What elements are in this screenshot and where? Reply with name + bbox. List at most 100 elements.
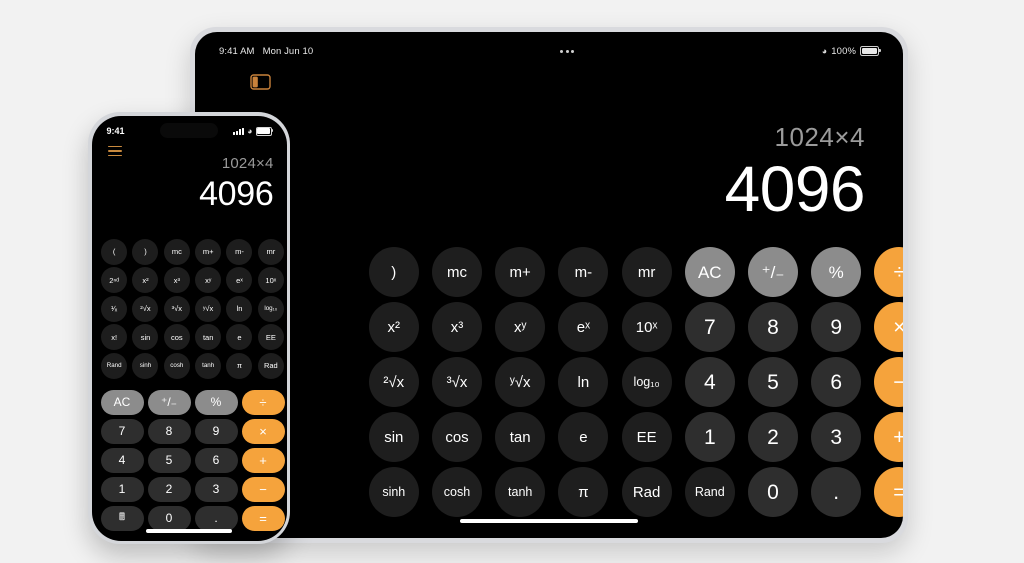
- ipad-key-x-power-y[interactable]: xʸ: [495, 302, 546, 352]
- iphone-key-radians-toggle[interactable]: Rad: [257, 352, 284, 379]
- iphone-key-sine[interactable]: sin: [132, 324, 159, 351]
- iphone-key-calculator-mode-icon[interactable]: 🖩: [100, 505, 144, 531]
- iphone-key-hyperbolic-sine[interactable]: sinh: [132, 352, 159, 379]
- iphone-key-exponent-entry[interactable]: EE: [257, 324, 284, 351]
- ellipsis-icon[interactable]: [560, 49, 575, 53]
- ipad-key-random[interactable]: Rand: [684, 467, 735, 517]
- ipad-key-equals[interactable]: =: [874, 467, 903, 517]
- ipad-key-cube-root[interactable]: ³√x: [431, 357, 482, 407]
- iphone-key-x-cubed[interactable]: x³: [163, 267, 190, 294]
- ipad-key-log-base-10[interactable]: log₁₀: [621, 357, 672, 407]
- iphone-key-x-squared[interactable]: x²: [132, 267, 159, 294]
- iphone-key-random[interactable]: Rand: [101, 352, 128, 379]
- iphone-key-hyperbolic-cosine[interactable]: cosh: [163, 352, 190, 379]
- iphone-key-natural-log[interactable]: ln: [226, 295, 253, 322]
- ipad-key-multiply[interactable]: ×: [874, 302, 903, 352]
- ipad-key-digit-6[interactable]: 6: [811, 357, 862, 407]
- ipad-multitasking-control[interactable]: [313, 49, 822, 53]
- ipad-key-e-power-x[interactable]: eˣ: [558, 302, 609, 352]
- ipad-key-x-cubed[interactable]: x³: [431, 302, 482, 352]
- ipad-key-digit-9[interactable]: 9: [811, 302, 862, 352]
- iphone-key-add[interactable]: +: [241, 447, 285, 473]
- ipad-key-digit-0[interactable]: 0: [747, 467, 798, 517]
- iphone-key-divide[interactable]: ÷: [241, 389, 285, 415]
- iphone-key-memory-recall[interactable]: mr: [257, 238, 284, 265]
- ipad-key-hyperbolic-tangent[interactable]: tanh: [495, 467, 546, 517]
- iphone-key-plus-minus[interactable]: ⁺/₋: [147, 389, 191, 415]
- home-indicator[interactable]: [460, 519, 638, 523]
- ipad-key-euler-number[interactable]: e: [558, 412, 609, 462]
- ipad-key-percent[interactable]: %: [811, 247, 862, 297]
- ipad-key-add[interactable]: +: [874, 412, 903, 462]
- iphone-key-multiply[interactable]: ×: [241, 418, 285, 444]
- ipad-key-exponent-entry[interactable]: EE: [621, 412, 672, 462]
- iphone-key-y-root[interactable]: ʸ√x: [195, 295, 222, 322]
- iphone-key-digit-7[interactable]: 7: [100, 418, 144, 444]
- ipad-key-divide[interactable]: ÷: [874, 247, 903, 297]
- iphone-key-cosine[interactable]: cos: [163, 324, 190, 351]
- iphone-key-digit-5[interactable]: 5: [147, 447, 191, 473]
- iphone-key-factorial[interactable]: x!: [101, 324, 128, 351]
- ipad-key-digit-1[interactable]: 1: [684, 412, 735, 462]
- iphone-key-all-clear[interactable]: AC: [100, 389, 144, 415]
- iphone-key-e-power-x[interactable]: eˣ: [226, 267, 253, 294]
- ipad-key-memory-clear[interactable]: mc: [431, 247, 482, 297]
- ipad-key-decimal-point[interactable]: .: [811, 467, 862, 517]
- iphone-key-second-function[interactable]: 2ⁿᵈ: [101, 267, 128, 294]
- iphone-key-memory-subtract[interactable]: m-: [226, 238, 253, 265]
- ipad-key-natural-log[interactable]: ln: [558, 357, 609, 407]
- iphone-key-digit-3[interactable]: 3: [194, 476, 238, 502]
- home-indicator[interactable]: [146, 529, 232, 533]
- iphone-key-cube-root[interactable]: ³√x: [163, 295, 190, 322]
- ipad-key-x-squared[interactable]: x²: [368, 302, 419, 352]
- ipad-key-memory-subtract[interactable]: m-: [558, 247, 609, 297]
- ipad-key-close-paren[interactable]: ): [368, 247, 419, 297]
- iphone-key-log-base-10[interactable]: log₁₀: [257, 295, 284, 322]
- iphone-key-square-root[interactable]: ²√x: [132, 295, 159, 322]
- iphone-key-euler-number[interactable]: e: [226, 324, 253, 351]
- ipad-key-digit-3[interactable]: 3: [811, 412, 862, 462]
- ipad-key-sine[interactable]: sin: [368, 412, 419, 462]
- iphone-key-decimal-point[interactable]: .: [194, 505, 238, 531]
- ipad-key-subtract[interactable]: −: [874, 357, 903, 407]
- iphone-key-digit-2[interactable]: 2: [147, 476, 191, 502]
- ipad-key-all-clear[interactable]: AC: [684, 247, 735, 297]
- iphone-key-memory-clear[interactable]: mc: [163, 238, 190, 265]
- ipad-key-ten-power-x[interactable]: 10ˣ: [621, 302, 672, 352]
- ipad-key-tangent[interactable]: tan: [495, 412, 546, 462]
- ipad-key-memory-recall[interactable]: mr: [621, 247, 672, 297]
- iphone-key-memory-add[interactable]: m+: [195, 238, 222, 265]
- iphone-key-pi[interactable]: π: [226, 352, 253, 379]
- ipad-key-hyperbolic-sine[interactable]: sinh: [368, 467, 419, 517]
- iphone-key-close-paren[interactable]: ): [132, 238, 159, 265]
- ipad-key-digit-5[interactable]: 5: [747, 357, 798, 407]
- ipad-key-hyperbolic-cosine[interactable]: cosh: [431, 467, 482, 517]
- iphone-key-equals[interactable]: =: [241, 505, 285, 531]
- iphone-key-x-power-y[interactable]: xʸ: [195, 267, 222, 294]
- ipad-key-plus-minus[interactable]: ⁺/₋: [747, 247, 798, 297]
- iphone-key-digit-0[interactable]: 0: [147, 505, 191, 531]
- ipad-key-digit-2[interactable]: 2: [747, 412, 798, 462]
- iphone-key-open-paren[interactable]: (: [101, 238, 128, 265]
- iphone-key-percent[interactable]: %: [194, 389, 238, 415]
- ipad-key-memory-add[interactable]: m+: [495, 247, 546, 297]
- ipad-key-radians-toggle[interactable]: Rad: [621, 467, 672, 517]
- iphone-key-digit-1[interactable]: 1: [100, 476, 144, 502]
- iphone-key-digit-9[interactable]: 9: [194, 418, 238, 444]
- iphone-key-digit-4[interactable]: 4: [100, 447, 144, 473]
- iphone-key-reciprocal[interactable]: ¹∕ₓ: [101, 295, 128, 322]
- iphone-key-hyperbolic-tangent[interactable]: tanh: [195, 352, 222, 379]
- ipad-key-cosine[interactable]: cos: [431, 412, 482, 462]
- ipad-key-digit-7[interactable]: 7: [684, 302, 735, 352]
- iphone-key-subtract[interactable]: −: [241, 476, 285, 502]
- ipad-key-digit-8[interactable]: 8: [747, 302, 798, 352]
- iphone-key-ten-power-x[interactable]: 10ˣ: [257, 267, 284, 294]
- iphone-key-digit-6[interactable]: 6: [194, 447, 238, 473]
- ipad-key-digit-4[interactable]: 4: [684, 357, 735, 407]
- hamburger-menu-icon[interactable]: [107, 145, 122, 157]
- iphone-key-digit-8[interactable]: 8: [147, 418, 191, 444]
- ipad-key-square-root[interactable]: ²√x: [368, 357, 419, 407]
- sidebar-toggle-icon[interactable]: [250, 74, 271, 90]
- iphone-key-tangent[interactable]: tan: [195, 324, 222, 351]
- ipad-key-y-root[interactable]: ʸ√x: [495, 357, 546, 407]
